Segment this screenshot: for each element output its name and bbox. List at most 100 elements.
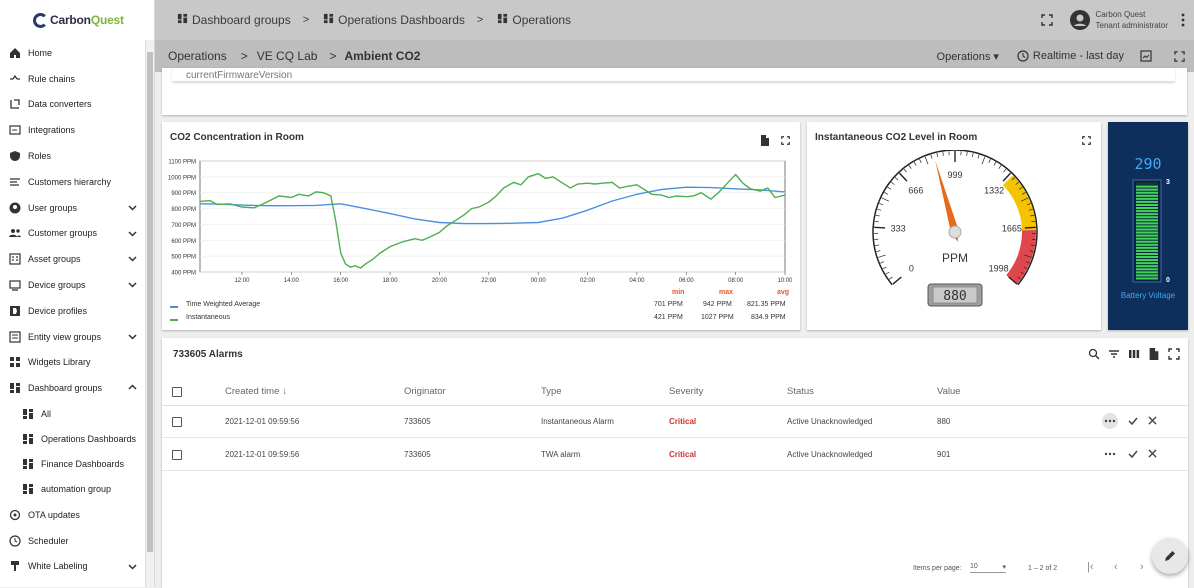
gauge-tick <box>879 203 883 204</box>
sidebar-item-automation-group[interactable]: automation group <box>0 477 145 502</box>
clear-alarm-icon[interactable] <box>1148 416 1157 427</box>
logo[interactable]: CarbonQuest <box>0 0 154 40</box>
col-originator[interactable]: Originator <box>404 378 446 405</box>
next-page-icon[interactable]: › <box>1140 561 1144 573</box>
sidebar-scrollbar-thumb[interactable] <box>147 52 153 552</box>
clear-alarm-icon[interactable] <box>1148 449 1157 460</box>
x-tick-label: 22:00 <box>481 278 497 284</box>
sidebar-item-operations-dashboards[interactable]: Operations Dashboards <box>0 426 145 451</box>
items-per-page-select[interactable]: 10▾ <box>970 563 1006 573</box>
breadcrumb-separator: > <box>241 49 248 63</box>
col-severity[interactable]: Severity <box>669 378 703 405</box>
alarms-fullscreen-icon[interactable] <box>1168 348 1180 360</box>
sidebar-item-rule-chains[interactable]: Rule chains <box>0 66 145 92</box>
edit-dashboard-button[interactable] <box>1152 538 1188 574</box>
sidebar-item-all[interactable]: All <box>0 401 145 426</box>
gauge-tick-label: 333 <box>891 224 906 234</box>
x-tick-label: 14:00 <box>284 278 300 284</box>
sidebar-item-scheduler[interactable]: Scheduler <box>0 528 145 554</box>
sidebar-item-label: Roles <box>28 151 51 161</box>
gauge-fullscreen-icon[interactable] <box>1082 136 1091 145</box>
battery-segment <box>1136 228 1158 230</box>
dashboard-grid-icon <box>323 13 334 27</box>
gauge-tick <box>989 159 991 163</box>
battery-segment <box>1136 204 1158 206</box>
gauge-value: 880 <box>943 289 966 304</box>
sidebar-item-user-groups[interactable]: User groups <box>0 195 145 221</box>
co2-gauge-card: Instantaneous CO2 Level in Room 03336669… <box>807 122 1101 330</box>
avatar-icon[interactable] <box>1070 10 1090 30</box>
sidebar-item-data-converters[interactable]: Data converters <box>0 92 145 118</box>
col-created-time[interactable]: Created time↓ <box>225 378 287 405</box>
alarms-toolbar <box>1088 348 1180 360</box>
gauge-tick <box>919 159 921 163</box>
acknowledge-icon[interactable] <box>1128 449 1138 461</box>
sidebar-item-dashboard-groups[interactable]: Dashboard groups <box>0 375 145 401</box>
co2-line-chart: 1100 PPM1000 PPM900 PPM800 PPM700 PPM600… <box>162 156 792 286</box>
battery-bottom-tick: 0 <box>1166 277 1170 284</box>
gauge-tick <box>875 221 879 222</box>
sidebar-item-roles[interactable]: Roles <box>0 143 145 169</box>
sidebar-item-customer-groups[interactable]: Customer groups <box>0 221 145 247</box>
sidebar-item-white-labeling[interactable]: White Labeling <box>0 554 145 580</box>
sidebar-item-device-groups[interactable]: Device groups <box>0 272 145 298</box>
gauge-tick <box>876 215 880 216</box>
sidebar-item-ota-updates[interactable]: OTA updates <box>0 502 145 528</box>
sidebar-item-home[interactable]: Home <box>0 40 145 66</box>
row-checkbox[interactable] <box>172 417 182 427</box>
cell-severity: Critical <box>669 406 696 437</box>
sidebar-item-finance-dashboards[interactable]: Finance Dashboards <box>0 452 145 477</box>
legend-min-twa: 701 PPM <box>654 301 683 308</box>
clock-icon[interactable] <box>1017 50 1029 62</box>
columns-icon[interactable] <box>1128 348 1140 360</box>
timewindow-label[interactable]: Realtime - last day <box>1033 50 1124 62</box>
filter-icon[interactable] <box>1108 348 1120 360</box>
sidebar-scrollbar[interactable] <box>145 40 154 587</box>
x-tick-label: 16:00 <box>333 278 349 284</box>
customers-hierarchy-icon <box>9 176 21 188</box>
sidebar-item-integrations[interactable]: Integrations <box>0 117 145 143</box>
row-checkbox[interactable] <box>172 450 182 460</box>
table-row[interactable]: 2021-12-01 09:59:56733605TWA alarmCritic… <box>162 439 1188 471</box>
dashboard-fullscreen-icon[interactable] <box>1174 51 1185 62</box>
more-actions-icon[interactable] <box>1102 413 1118 431</box>
gauge-tick <box>931 155 932 159</box>
sidebar-item-customers-hierarchy[interactable]: Customers hierarchy <box>0 169 145 195</box>
prev-page-icon[interactable]: ‹ <box>1114 561 1118 573</box>
gauge-tick <box>978 155 979 159</box>
state-crumb-lab[interactable]: VE CQ Lab <box>257 49 318 63</box>
more-vert-icon[interactable] <box>1180 13 1186 27</box>
col-type[interactable]: Type <box>541 378 562 405</box>
more-actions-icon[interactable] <box>1102 446 1118 464</box>
state-crumb-current: Ambient CO2 <box>344 49 420 63</box>
table-row[interactable]: 2021-12-01 09:59:56733605Instantaneous A… <box>162 406 1188 438</box>
fullscreen-icon[interactable] <box>1041 14 1053 26</box>
sidebar-item-entity-view-groups[interactable]: Entity view groups <box>0 324 145 350</box>
header-crumb[interactable]: Dashboard groups <box>192 13 291 27</box>
select-all-checkbox[interactable] <box>172 387 182 397</box>
legend-row-twa[interactable]: Time Weighted Average 701 PPM 942 PPM 82… <box>162 301 800 313</box>
export-csv-icon[interactable] <box>760 135 770 146</box>
search-icon[interactable] <box>1088 348 1100 360</box>
col-value[interactable]: Value <box>937 378 961 405</box>
acknowledge-icon[interactable] <box>1128 416 1138 428</box>
gauge-tick-label: 666 <box>908 186 923 196</box>
cell-status: Active Unacknowledged <box>787 406 872 437</box>
state-select[interactable]: Operations ▾ <box>937 50 999 63</box>
sidebar-item-label: Operations Dashboards <box>41 434 136 444</box>
sidebar-item-device-profiles[interactable]: Device profiles <box>0 298 145 324</box>
battery-segment <box>1136 241 1158 243</box>
battery-segment <box>1136 186 1158 188</box>
legend-row-inst[interactable]: Instantaneous 421 PPM 1027 PPM 834.9 PPM <box>162 314 800 326</box>
export-image-icon[interactable] <box>1140 50 1152 62</box>
widget-fullscreen-icon[interactable] <box>781 136 790 145</box>
export-icon[interactable] <box>1148 348 1160 360</box>
sidebar-item-label: Scheduler <box>28 536 69 546</box>
gauge-tick-label: 999 <box>947 170 962 180</box>
header-crumb[interactable]: Operations Dashboards <box>338 13 465 27</box>
sidebar-item-asset-groups[interactable]: Asset groups <box>0 246 145 272</box>
state-crumb-operations[interactable]: Operations <box>168 49 227 63</box>
col-status[interactable]: Status <box>787 378 814 405</box>
sidebar-item-widgets-library[interactable]: Widgets Library <box>0 350 145 376</box>
first-page-icon[interactable]: |‹ <box>1087 561 1094 573</box>
